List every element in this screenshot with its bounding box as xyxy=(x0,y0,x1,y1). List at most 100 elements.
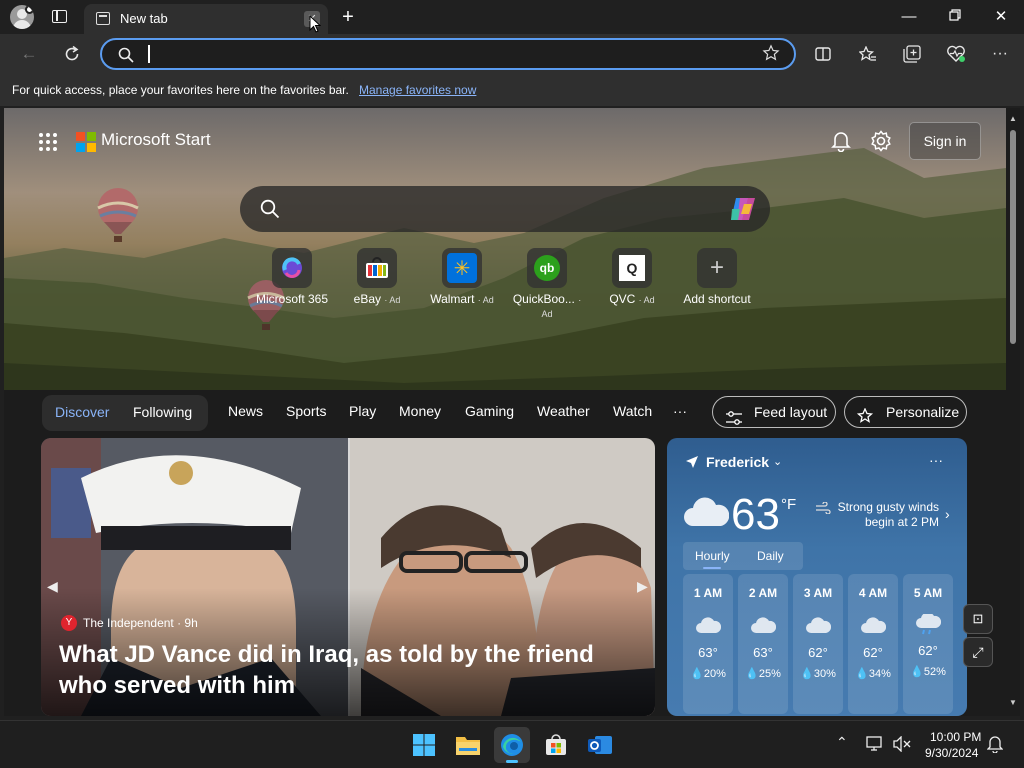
brand-title[interactable]: Microsoft Start xyxy=(101,130,211,150)
nav-play[interactable]: Play xyxy=(349,403,376,419)
carousel-prev-icon[interactable]: ◀ xyxy=(47,578,58,595)
cloud-icon xyxy=(751,617,777,633)
add-shortcut-button[interactable]: + Add shortcut xyxy=(677,248,757,306)
nav-sports[interactable]: Sports xyxy=(286,403,326,419)
carousel-next-icon[interactable]: ▶ xyxy=(637,578,648,595)
hourly-forecast-item[interactable]: 5 AM 62° 💧52% xyxy=(903,574,953,714)
file-explorer-icon[interactable] xyxy=(450,727,486,763)
new-tab-plus-icon[interactable]: + xyxy=(333,6,363,28)
hourly-forecast-item[interactable]: 2 AM 63° 💧25% xyxy=(738,574,788,714)
app-launcher-icon[interactable] xyxy=(38,132,58,157)
weather-location[interactable]: Frederick xyxy=(706,454,769,470)
hourly-forecast-item[interactable]: 1 AM 63° 💧20% xyxy=(683,574,733,714)
shortcut-qvc[interactable]: Q QVC · Ad xyxy=(592,248,672,306)
copilot-icon[interactable] xyxy=(728,195,758,228)
page-scrollbar[interactable]: ▲ ▼ xyxy=(1006,108,1020,716)
precip-value: 52% xyxy=(923,666,946,678)
weather-card[interactable]: Frederick ⌄ ··· 63 °F Strong gusty winds… xyxy=(667,438,967,716)
settings-more-icon[interactable]: ··· xyxy=(985,39,1015,69)
shortcut-label: QuickBoo... xyxy=(512,292,575,306)
feed-mode-toggle: Discover Following xyxy=(42,395,208,431)
network-icon[interactable] xyxy=(866,736,884,757)
address-input[interactable] xyxy=(146,45,746,65)
tab-daily[interactable]: Daily xyxy=(757,549,784,563)
tab-hourly[interactable]: Hourly xyxy=(695,549,730,563)
browser-essentials-icon[interactable] xyxy=(941,39,971,69)
nav-news[interactable]: News xyxy=(228,403,263,419)
news-headline[interactable]: What JD Vance did in Iraq, as told by th… xyxy=(59,639,639,701)
address-bar[interactable] xyxy=(100,38,796,70)
tab-actions-icon[interactable] xyxy=(52,10,67,23)
personalize-button[interactable]: Personalize xyxy=(844,396,967,428)
restore-icon[interactable] xyxy=(940,6,970,28)
scroll-down-icon[interactable]: ▼ xyxy=(1009,698,1017,707)
clock-date[interactable]: 9/30/2024 xyxy=(925,746,978,760)
tab-title: New tab xyxy=(120,11,168,26)
nav-watch[interactable]: Watch xyxy=(613,403,652,419)
show-hidden-icons-chevron-icon[interactable]: ⌃ xyxy=(836,734,848,751)
shortcut-quickbooks[interactable]: qb QuickBoo... · Ad xyxy=(507,248,587,320)
microsoft-logo-icon xyxy=(76,132,96,152)
favorites-hint: For quick access, place your favorites h… xyxy=(12,83,349,97)
nav-gaming[interactable]: Gaming xyxy=(465,403,514,419)
shortcut-label: eBay xyxy=(353,292,381,306)
favorites-icon[interactable] xyxy=(853,39,883,69)
notifications-bell-icon[interactable] xyxy=(831,130,851,157)
nav-money[interactable]: Money xyxy=(399,403,441,419)
tab-following[interactable]: Following xyxy=(133,404,192,420)
microsoft-365-icon xyxy=(272,248,312,288)
web-search-box[interactable] xyxy=(240,186,770,232)
expand-icon[interactable]: ⤢ xyxy=(963,637,993,667)
shortcut-ebay[interactable]: eBay · Ad xyxy=(337,248,417,306)
favorite-star-icon[interactable] xyxy=(762,44,780,67)
hour-temp: 62° xyxy=(808,645,828,660)
nav-more[interactable]: ··· xyxy=(673,403,687,419)
profile-avatar[interactable] xyxy=(10,5,34,29)
manage-favorites-link[interactable]: Manage favorites now xyxy=(359,83,476,97)
sign-in-button[interactable]: Sign in xyxy=(909,122,981,160)
shortcut-microsoft-365[interactable]: Microsoft 365 xyxy=(252,248,332,306)
collections-icon[interactable] xyxy=(897,39,927,69)
droplet-icon: 💧 xyxy=(800,668,814,680)
notification-bell-icon[interactable] xyxy=(986,735,1004,758)
back-arrow-icon[interactable]: ← xyxy=(14,39,44,69)
droplet-icon: 💧 xyxy=(745,668,759,680)
hourly-forecast-item[interactable]: 4 AM 62° 💧34% xyxy=(848,574,898,714)
landscape-image xyxy=(4,148,1006,390)
start-windows-icon[interactable] xyxy=(406,727,442,763)
hourly-forecast-item[interactable]: 3 AM 62° 💧30% xyxy=(793,574,843,714)
caret xyxy=(148,45,150,63)
news-card[interactable]: ◀ ▶ Y The Independent · 9h What JD Vance… xyxy=(41,438,655,716)
tab-discover[interactable]: Discover xyxy=(55,404,109,420)
outlook-icon[interactable] xyxy=(582,727,618,763)
minimize-icon[interactable]: — xyxy=(894,6,924,28)
tab-new-tab[interactable]: New tab ✕ xyxy=(84,4,328,34)
chevron-right-icon[interactable]: › xyxy=(945,506,950,522)
nav-weather[interactable]: Weather xyxy=(537,403,590,419)
more-options-icon[interactable]: ··· xyxy=(929,452,943,468)
close-window-icon[interactable]: ✕ xyxy=(986,6,1016,28)
tab-active-indicator xyxy=(703,567,721,569)
walmart-spark-icon: ✳ xyxy=(442,248,482,288)
feed-layout-button[interactable]: Feed layout xyxy=(712,396,836,428)
microsoft-store-icon[interactable] xyxy=(538,727,574,763)
volume-muted-icon[interactable] xyxy=(893,735,911,757)
split-screen-icon[interactable] xyxy=(808,39,838,69)
search-icon xyxy=(118,47,134,68)
scroll-thumb[interactable] xyxy=(1010,130,1016,344)
settings-gear-icon[interactable] xyxy=(870,130,892,157)
chevron-down-icon[interactable]: ⌄ xyxy=(773,455,782,468)
image-info-icon[interactable]: ⊡ xyxy=(963,604,993,634)
clock-time[interactable]: 10:00 PM xyxy=(930,730,981,744)
shortcut-walmart[interactable]: ✳ Walmart · Ad xyxy=(422,248,502,306)
hour-precip: 💧25% xyxy=(738,667,788,680)
current-temp: 63 xyxy=(731,490,780,539)
refresh-icon[interactable] xyxy=(57,39,87,69)
hour-precip: 💧30% xyxy=(793,667,843,680)
scroll-up-icon[interactable]: ▲ xyxy=(1009,114,1017,123)
precip-value: 20% xyxy=(703,668,726,680)
source-logo-icon: Y xyxy=(61,615,77,631)
weather-alert[interactable]: Strong gusty winds begin at 2 PM xyxy=(827,500,939,530)
edge-browser-icon[interactable] xyxy=(494,727,530,763)
hour-precip: 💧20% xyxy=(683,667,733,680)
